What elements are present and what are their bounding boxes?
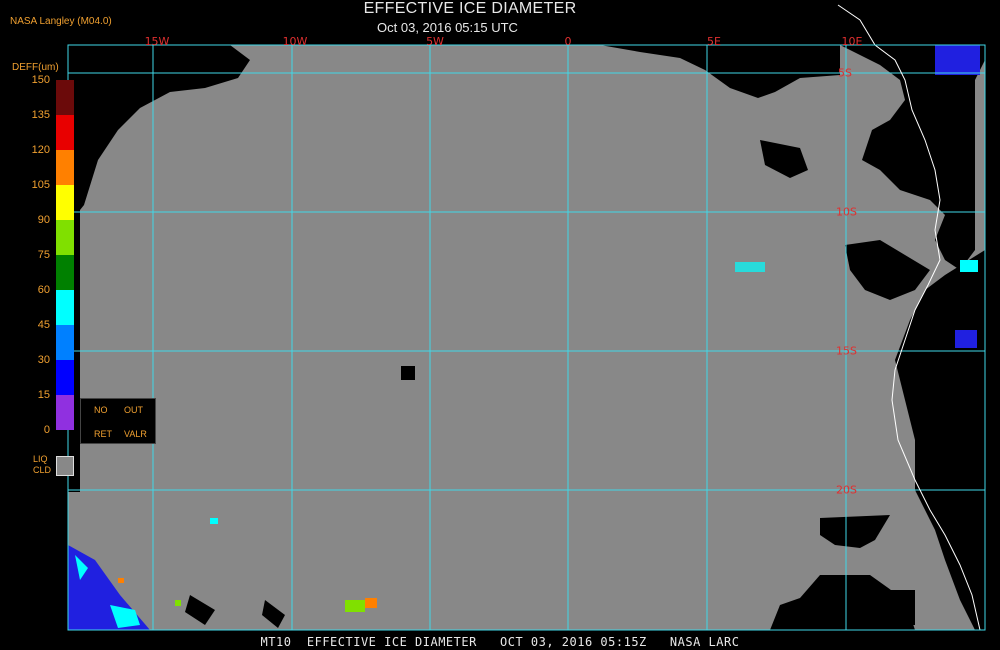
colorbar-bin-15-30 [56, 360, 74, 395]
colorbar-unit-label: DEFF(um) [12, 62, 59, 73]
lat-label-20s: 20S [836, 483, 857, 497]
no-ret-label: NO [94, 405, 108, 415]
colorbar-bin-60-75 [56, 255, 74, 290]
retrieval-status-legend: NO RET OUT VALR [80, 398, 156, 444]
satellite-map [67, 4, 986, 631]
footer-caption: MT10 EFFECTIVE ICE DIAMETER OCT 03, 2016… [260, 635, 740, 649]
colorbar-tick: 135 [31, 109, 50, 121]
colorbar-bin-135-150 [56, 80, 74, 115]
colorbar-tick: 60 [37, 284, 50, 296]
colorbar-tick: 75 [37, 249, 50, 261]
liquid-cloud-swatch [56, 456, 74, 476]
lon-label-10w: 10W [282, 35, 308, 48]
colorbar-bin-90-105 [56, 185, 74, 220]
colorbar-tick: 90 [37, 214, 50, 226]
lon-label-5w: 5W [426, 35, 444, 48]
colorbar-bin-105-120 [56, 150, 74, 185]
lat-label-15s: 15S [836, 344, 857, 358]
colorbar-tick: 15 [37, 389, 50, 401]
lon-label-10e: 10E [841, 35, 863, 48]
chart-title: EFFECTIVE ICE DIAMETER [363, 0, 577, 17]
colorbar-tick: 150 [31, 74, 50, 86]
out-valr-label: VALR [124, 429, 147, 439]
liq-cld-label: LIQ [33, 454, 48, 464]
colorbar-tick: 105 [31, 179, 50, 191]
colorbar-tick: 120 [31, 144, 50, 156]
lat-label-10s: 10S [836, 205, 857, 219]
source-label: NASA Langley (M04.0) [10, 16, 112, 27]
liq-cld-label: CLD [33, 465, 52, 475]
timestamp: Oct 03, 2016 05:15 UTC [377, 20, 518, 35]
lon-label-0: 0 [564, 35, 572, 48]
colorbar-tick: 30 [37, 354, 50, 366]
colorbar-bin-45-60 [56, 290, 74, 325]
colorbar-bin-30-45 [56, 325, 74, 360]
lon-label-15w: 15W [144, 35, 170, 48]
colorbar-tick: 45 [37, 319, 50, 331]
no-ret-label: RET [94, 429, 112, 439]
colorbar-bin-120-135 [56, 115, 74, 150]
colorbar-tick: 0 [43, 424, 50, 436]
lat-label-5s: 5S [838, 66, 852, 80]
colorbar-bin-0-15 [56, 395, 74, 430]
out-valr-label: OUT [124, 405, 143, 415]
colorbar-bin-75-90 [56, 220, 74, 255]
lon-label-5e: 5E [707, 35, 721, 48]
